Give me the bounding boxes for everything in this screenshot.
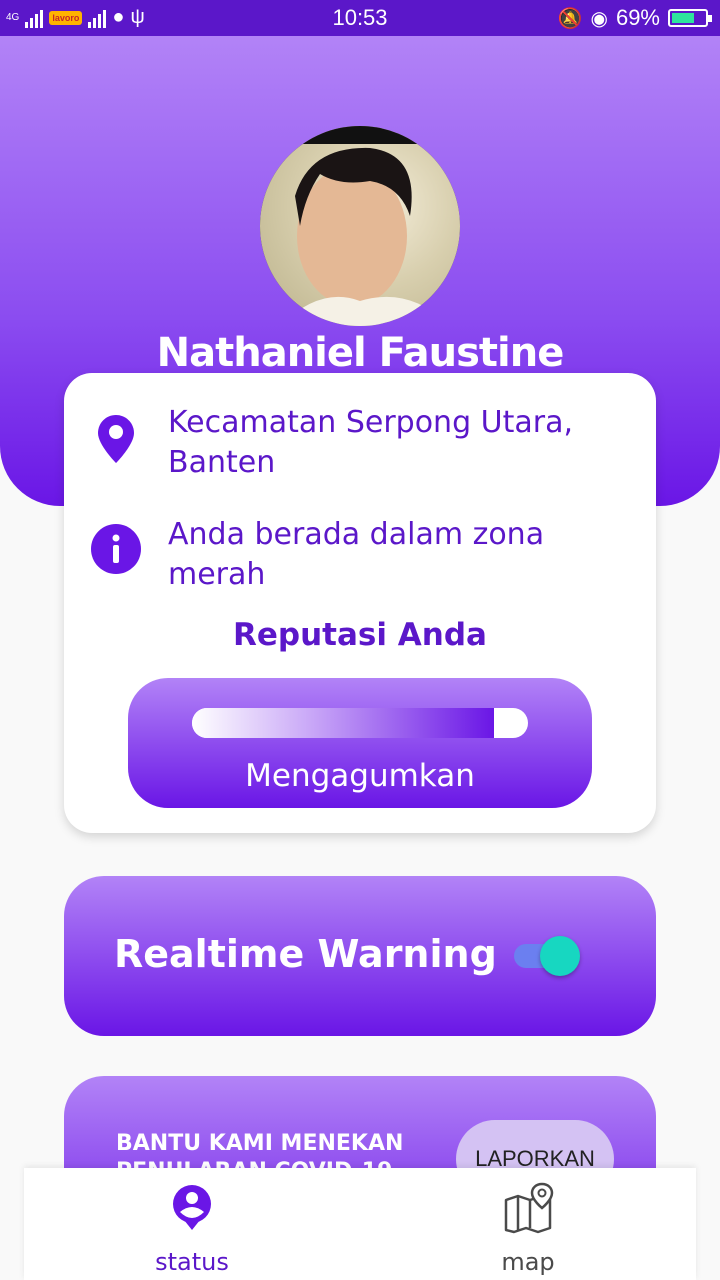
location-text: Kecamatan Serpong Utara, Banten [168, 405, 573, 480]
reputation-bar-fill [192, 708, 495, 738]
status-bar: 4G lavoro ● ψ 10:53 🔕 ◉ 69% [0, 0, 720, 36]
nav-item-status[interactable]: status [92, 1182, 292, 1276]
nav-label-map: map [501, 1248, 555, 1276]
info-icon [91, 524, 141, 574]
user-name: Nathaniel Faustine [156, 330, 565, 376]
reputation-label: Mengagumkan [245, 758, 475, 794]
reputation-title: Reputasi Anda [233, 617, 487, 653]
realtime-warning-label: Realtime Warning [114, 932, 497, 976]
realtime-warning-card: Realtime Warning [64, 876, 656, 1036]
nav-item-map[interactable]: map [428, 1182, 628, 1276]
reputation-bar [192, 708, 528, 738]
mute-icon: 🔕 [557, 7, 583, 30]
zone-text: Anda berada dalam zona merah [168, 517, 545, 592]
battery-icon [668, 9, 712, 27]
bottom-nav: status map [24, 1168, 696, 1280]
location-pin-icon [98, 415, 134, 463]
reputation-panel: Mengagumkan [128, 678, 592, 808]
map-pin-icon [504, 1182, 554, 1234]
nav-label-status: status [155, 1248, 229, 1276]
user-circle-icon [173, 1185, 211, 1230]
info-card: Kecamatan Serpong Utara, Banten Anda ber… [64, 373, 656, 833]
avatar[interactable] [260, 126, 460, 326]
battery-percent: 69% [615, 5, 660, 30]
realtime-warning-toggle[interactable] [514, 936, 580, 976]
toggle-knob [540, 936, 580, 976]
status-right: 🔕 ◉ 69% [557, 5, 712, 31]
eye-icon: ◉ [590, 7, 608, 30]
